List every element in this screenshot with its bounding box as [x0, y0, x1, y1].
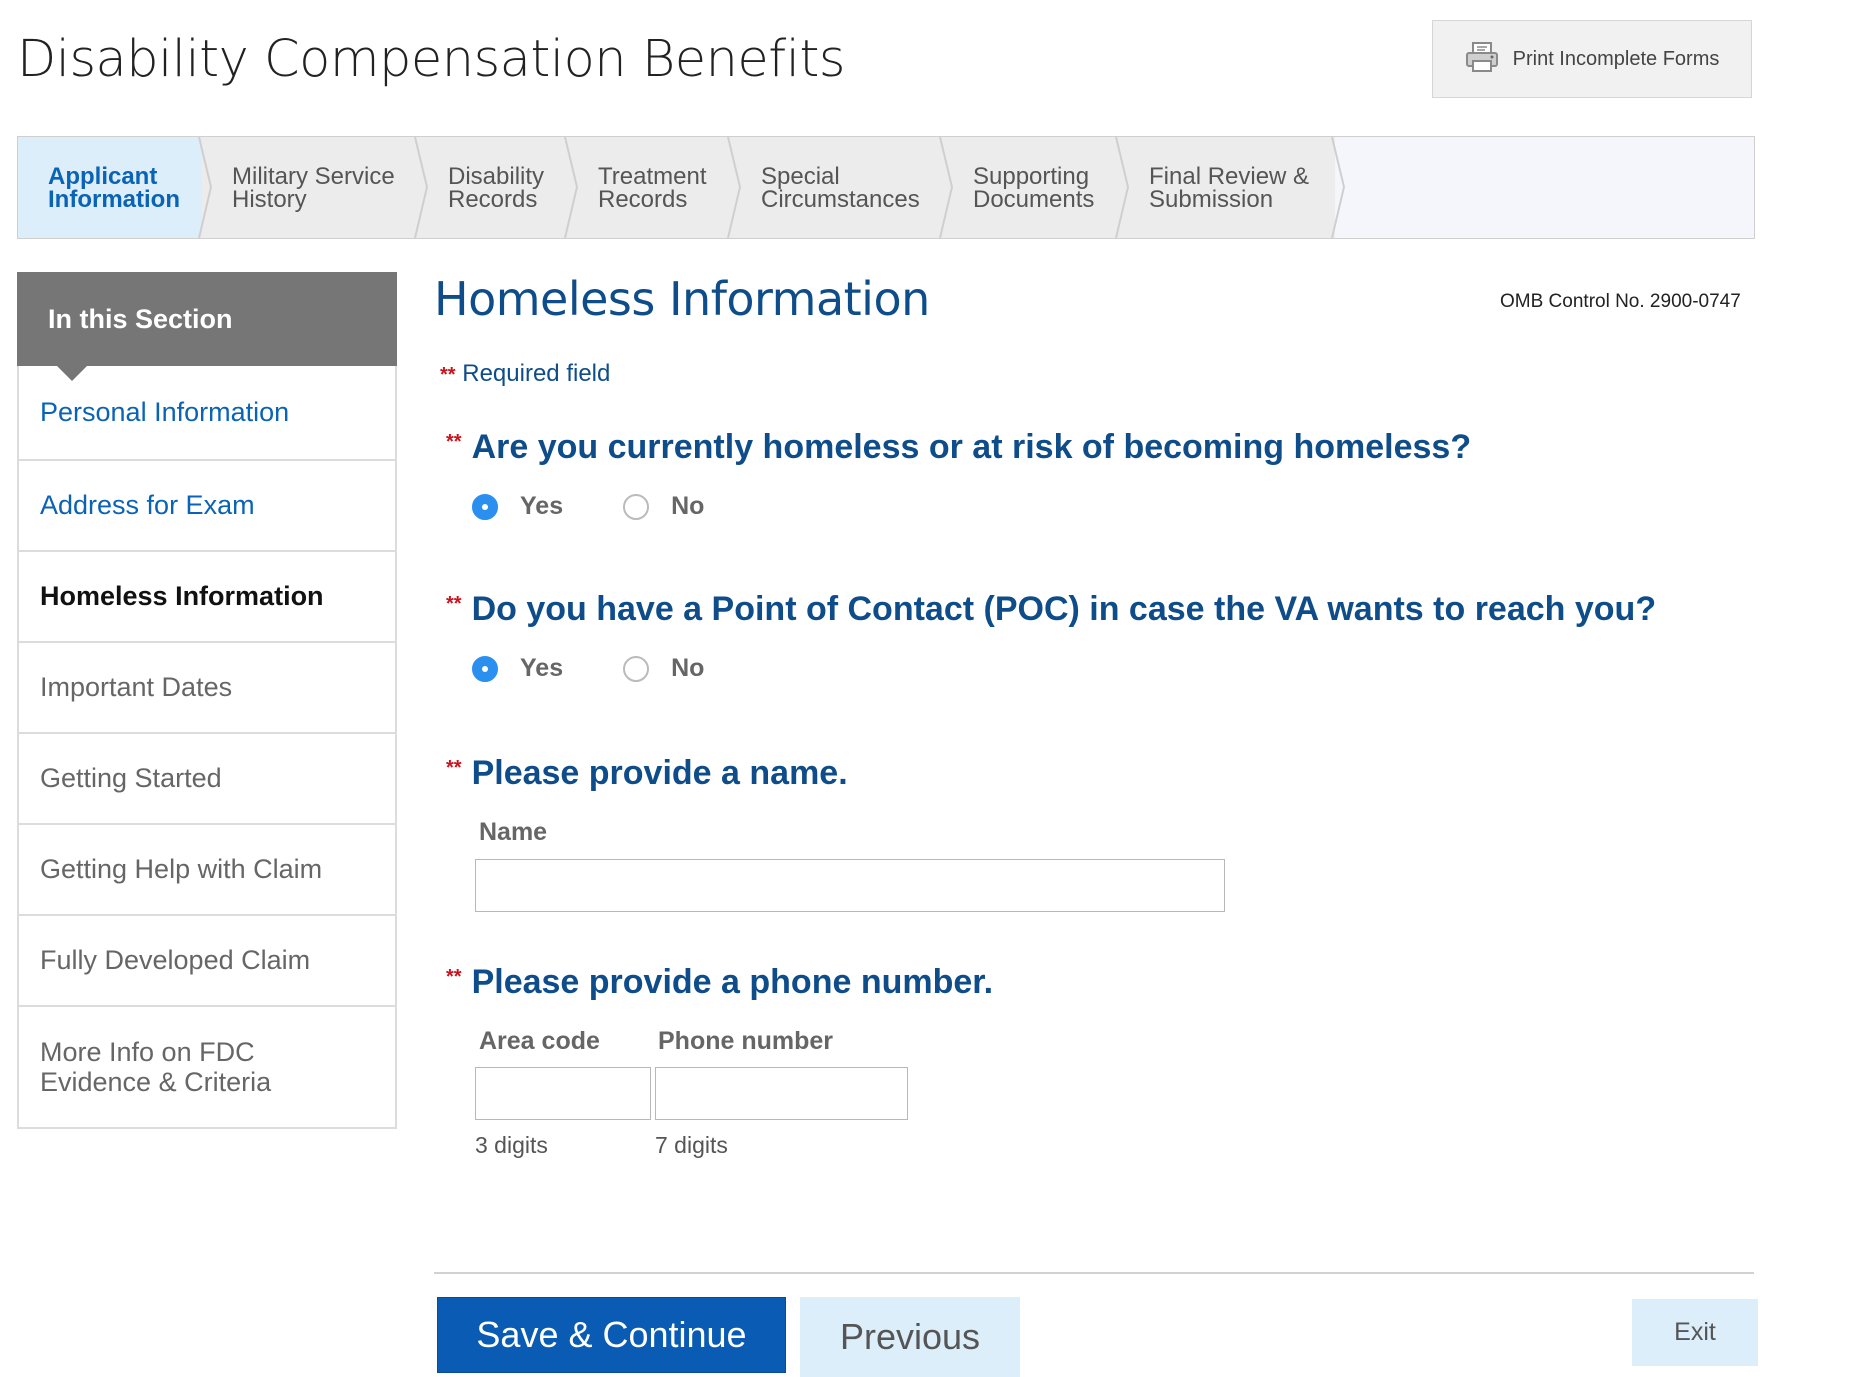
- tab-separator-icon: [727, 137, 741, 238]
- tab-supporting-documents[interactable]: Supporting Documents: [943, 137, 1129, 238]
- question-text: Please provide a name.: [471, 754, 848, 792]
- tab-label: Final Review & Submission: [1149, 162, 1310, 213]
- omb-control-number: OMB Control No. 2900-0747: [1500, 291, 1741, 312]
- sidebar-item-homeless-information[interactable]: Homeless Information: [19, 550, 395, 641]
- section-sidebar: In this Section Personal Information Add…: [17, 272, 397, 1129]
- tab-separator-icon: [414, 137, 428, 238]
- tab-separator-icon: [564, 137, 578, 238]
- sidebar-item-more-info-fdc: More Info on FDC Evidence & Criteria: [19, 1005, 395, 1127]
- poc-no-radio[interactable]: [623, 655, 650, 682]
- exit-button[interactable]: Exit: [1632, 1299, 1758, 1366]
- poc-yes-label[interactable]: Yes: [520, 654, 563, 683]
- tab-separator-icon: [198, 137, 212, 238]
- page-title: Disability Compensation Benefits: [17, 30, 846, 89]
- required-field-note: ** Required field: [440, 360, 610, 388]
- question-phone: ** Please provide a phone number.: [446, 963, 993, 1002]
- phone-number-input[interactable]: [655, 1067, 908, 1120]
- tab-label: Military Service History: [232, 162, 395, 213]
- required-marker: **: [440, 364, 456, 386]
- sidebar-item-getting-started: Getting Started: [19, 732, 395, 823]
- question-text: Do you have a Point of Contact (POC) in …: [471, 590, 1657, 628]
- tab-label: Treatment Records: [598, 162, 707, 213]
- tab-applicant-information[interactable]: Applicant Information: [18, 137, 212, 238]
- required-note-text: Required field: [462, 360, 611, 387]
- sidebar-heading: In this Section: [17, 272, 397, 381]
- area-code-hint: 3 digits: [475, 1132, 548, 1158]
- question-text: Please provide a phone number.: [471, 963, 994, 1001]
- poc-no-label[interactable]: No: [671, 654, 704, 683]
- homeless-no-label[interactable]: No: [671, 492, 704, 521]
- tab-separator-icon: [1115, 137, 1129, 238]
- area-code-label: Area code: [479, 1027, 600, 1055]
- tab-final-review-submission[interactable]: Final Review & Submission: [1119, 137, 1345, 238]
- tab-disability-records[interactable]: Disability Records: [418, 137, 578, 238]
- phone-number-hint: 7 digits: [655, 1132, 728, 1158]
- area-code-input[interactable]: [475, 1067, 651, 1120]
- sidebar-item-fully-developed-claim: Fully Developed Claim: [19, 914, 395, 1005]
- poc-yes-radio[interactable]: [472, 655, 498, 682]
- question-name: ** Please provide a name.: [446, 754, 848, 793]
- tab-label: Applicant Information: [48, 162, 180, 213]
- required-marker: **: [446, 966, 462, 988]
- sidebar-item-important-dates: Important Dates: [19, 641, 395, 732]
- homeless-yes-label[interactable]: Yes: [520, 492, 563, 521]
- tab-special-circumstances[interactable]: Special Circumstances: [731, 137, 953, 238]
- homeless-yes-radio[interactable]: [472, 493, 498, 520]
- print-incomplete-forms-button[interactable]: Print Incomplete Forms: [1432, 20, 1752, 98]
- question-text: Are you currently homeless or at risk of…: [471, 428, 1472, 466]
- tab-military-service-history[interactable]: Military Service History: [202, 137, 428, 238]
- tab-treatment-records[interactable]: Treatment Records: [568, 137, 741, 238]
- homeless-no-radio[interactable]: [623, 493, 650, 520]
- question-homeless: ** Are you currently homeless or at risk …: [446, 428, 1471, 467]
- poc-radio-group: Yes No: [472, 654, 704, 683]
- required-marker: **: [446, 431, 462, 453]
- sidebar-list: Personal Information Address for Exam Ho…: [17, 366, 397, 1129]
- question-poc: ** Do you have a Point of Contact (POC) i…: [446, 590, 1656, 629]
- print-button-label: Print Incomplete Forms: [1512, 47, 1720, 70]
- required-marker: **: [446, 593, 462, 615]
- previous-button[interactable]: Previous: [800, 1297, 1020, 1377]
- sidebar-heading-pointer: [57, 366, 87, 381]
- sidebar-heading-text: In this Section: [48, 303, 233, 334]
- tab-label: Special Circumstances: [761, 162, 920, 213]
- save-and-continue-button[interactable]: Save & Continue: [437, 1297, 786, 1373]
- name-input[interactable]: [475, 859, 1225, 912]
- phone-number-label: Phone number: [658, 1027, 834, 1055]
- homeless-radio-group: Yes No: [472, 492, 704, 521]
- required-marker: **: [446, 757, 462, 779]
- tab-label: Supporting Documents: [973, 162, 1095, 213]
- tab-separator-icon: [1331, 137, 1345, 238]
- name-field-label: Name: [479, 818, 548, 846]
- wizard-tabs: Applicant Information Military Service H…: [17, 136, 1755, 239]
- tab-label: Disability Records: [448, 162, 545, 213]
- sidebar-item-getting-help-with-claim: Getting Help with Claim: [19, 823, 395, 914]
- footer-divider: [434, 1272, 1754, 1274]
- tab-separator-icon: [939, 137, 953, 238]
- printer-icon: [1465, 41, 1499, 78]
- section-title: Homeless Information: [434, 272, 930, 326]
- sidebar-item-address-for-exam[interactable]: Address for Exam: [19, 459, 395, 550]
